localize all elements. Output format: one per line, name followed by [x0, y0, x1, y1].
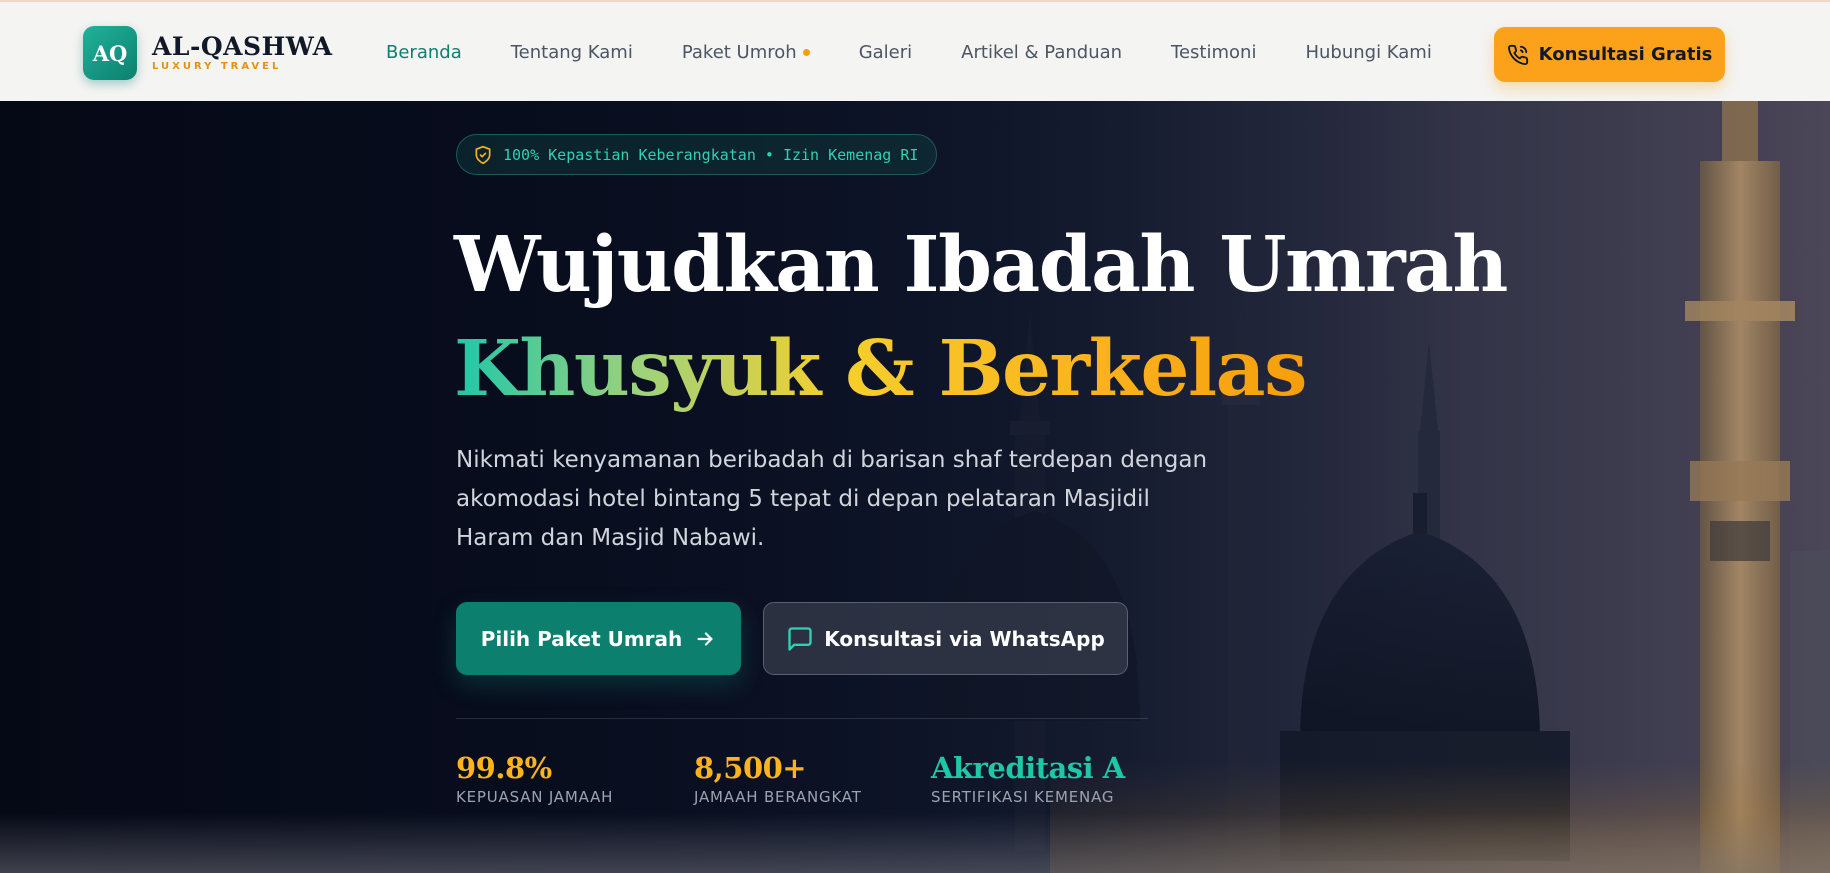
stat-departed: 8,500+ JAMAAH BERANGKAT	[694, 751, 862, 807]
nav-item-beranda[interactable]: Beranda	[386, 42, 462, 63]
brand-name: AL-QASHWA	[152, 32, 333, 61]
hero-bottom-fade	[0, 813, 1830, 873]
trust-badge: 100% Kepastian Keberangkatan • Izin Keme…	[456, 134, 938, 175]
nav-item-label: Paket Umroh	[681, 42, 797, 63]
stat-value: 8,500+	[694, 751, 807, 785]
brand-tagline: LUXURY TRAVEL	[152, 61, 282, 72]
stat-value: Akreditasi A	[931, 751, 1125, 785]
nav-item-label: Tentang Kami	[510, 42, 633, 63]
whatsapp-consultation-button-label: Konsultasi via WhatsApp	[824, 626, 1105, 651]
trust-badge-text: 100% Kepastian Keberangkatan • Izin Keme…	[503, 145, 919, 164]
hero-headline: Wujudkan Ibadah Umrah	[454, 220, 1508, 310]
shield-check-icon	[475, 145, 491, 164]
phone-icon	[1507, 44, 1528, 65]
arrow-right-icon	[697, 631, 713, 646]
hero-section: 100% Kepastian Keberangkatan • Izin Keme…	[0, 101, 1830, 873]
nav-item-label: Beranda	[386, 42, 462, 63]
logo-badge: AQ	[83, 26, 137, 80]
stat-label: KEPUASAN JAMAAH	[456, 788, 614, 806]
stat-value: 99.8%	[456, 751, 552, 785]
site-header: AQ AL-QASHWA LUXURY TRAVEL Beranda Tenta…	[0, 0, 1830, 101]
nav-item-label: Testimoni	[1171, 42, 1257, 63]
hero-description: Nikmati kenyamanan beribadah di barisan …	[456, 447, 1208, 551]
nav-indicator-dot	[802, 49, 810, 56]
hero-headline-highlight: Khusyuk & Berkelas	[454, 324, 1307, 414]
choose-package-button[interactable]: Pilih Paket Umrah	[456, 602, 741, 675]
consultation-button-label: Konsultasi Gratis	[1538, 44, 1713, 65]
whatsapp-consultation-button[interactable]: Konsultasi via WhatsApp	[763, 602, 1128, 675]
nav-item-artikel-panduan[interactable]: Artikel & Panduan	[961, 42, 1122, 63]
nav-item-label: Galeri	[858, 42, 913, 63]
stat-accreditation: Akreditasi A SERTIFIKASI KEMENAG	[931, 751, 1125, 807]
nav-item-paket-umroh[interactable]: Paket Umroh	[682, 42, 810, 63]
nav-item-galeri[interactable]: Galeri	[859, 42, 912, 63]
stats-divider	[456, 718, 1148, 719]
nav-item-label: Artikel & Panduan	[961, 42, 1123, 63]
main-nav: Beranda Tentang Kami Paket Umroh Galeri …	[386, 2, 1481, 103]
choose-package-button-label: Pilih Paket Umrah	[480, 626, 683, 651]
stat-label: SERTIFIKASI KEMENAG	[931, 788, 1115, 806]
nav-item-hubungi-kami[interactable]: Hubungi Kami	[1305, 42, 1431, 63]
nav-item-tentang-kami[interactable]: Tentang Kami	[511, 42, 633, 63]
chat-icon	[788, 626, 812, 651]
consultation-button[interactable]: Konsultasi Gratis	[1494, 27, 1725, 82]
logo-text: AL-QASHWA LUXURY TRAVEL	[152, 33, 333, 73]
brand-logo[interactable]: AQ AL-QASHWA LUXURY TRAVEL	[83, 26, 333, 80]
stat-satisfaction: 99.8% KEPUASAN JAMAAH	[456, 751, 613, 807]
nav-item-label: Hubungi Kami	[1305, 42, 1432, 63]
stat-label: JAMAAH BERANGKAT	[694, 788, 862, 806]
nav-item-testimoni[interactable]: Testimoni	[1171, 42, 1256, 63]
